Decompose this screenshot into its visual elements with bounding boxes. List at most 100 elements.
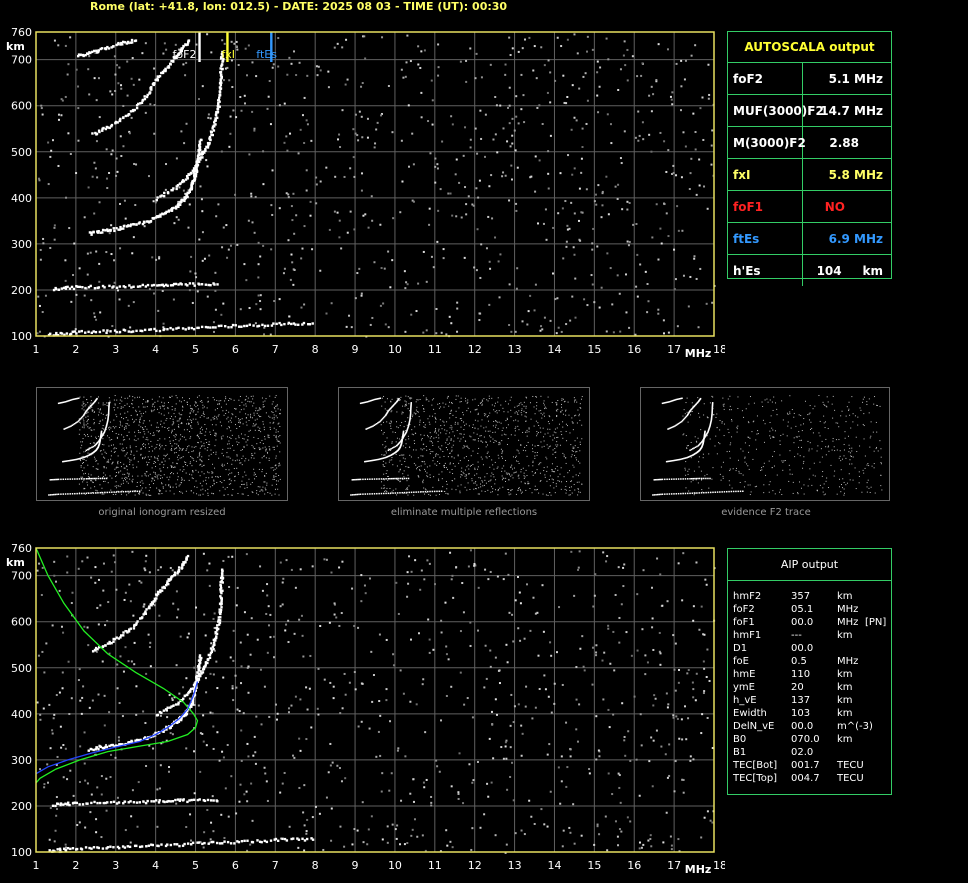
thumb-noise [803, 493, 805, 495]
thumb-noise [114, 404, 116, 406]
noise-dot [288, 315, 291, 318]
thumb-noise [571, 454, 573, 456]
thumb-noise [244, 460, 246, 462]
thumb-noise [266, 482, 268, 484]
thumb-noise [386, 421, 388, 423]
thumb-noise [138, 492, 140, 494]
thumb-noise [205, 483, 207, 485]
thumb-noise [90, 480, 92, 482]
thumb-noise [262, 443, 264, 445]
thumb-noise [449, 463, 451, 465]
trace-point [89, 284, 92, 288]
thumb-noise [863, 438, 865, 440]
thumb-noise [255, 410, 257, 412]
noise-dot [39, 248, 42, 251]
thumb-noise [142, 482, 144, 484]
thumb-noise [166, 417, 168, 419]
thumb-noise [162, 486, 164, 488]
thumb-noise [859, 407, 861, 409]
thumb-noise [424, 488, 426, 490]
thumb-noise [190, 436, 192, 438]
thumb-noise [435, 428, 437, 430]
thumb-noise [189, 463, 191, 465]
noise-dot [105, 177, 108, 180]
x-tick-label: 6 [232, 343, 239, 356]
thumb-noise [150, 424, 152, 426]
thumb-noise [544, 406, 546, 408]
thumb-noise [388, 461, 390, 463]
noise-dot [188, 203, 191, 206]
noise-dot [253, 231, 256, 234]
thumb-noise [573, 447, 575, 449]
noise-dot [338, 236, 341, 239]
noise-dot [126, 60, 129, 63]
thumb-trace [95, 477, 97, 480]
noise-dot [659, 131, 662, 134]
thumb-noise [517, 413, 519, 415]
thumb-noise [241, 493, 243, 495]
thumb-noise [505, 420, 507, 422]
thumb-trace [77, 397, 80, 400]
thumb-noise [162, 466, 164, 468]
noise-dot [243, 263, 246, 266]
thumb-noise [452, 431, 454, 433]
thumb-noise [751, 431, 753, 433]
thumb-noise [789, 411, 791, 413]
trace-point [167, 210, 170, 213]
thumb-noise [848, 451, 850, 453]
thumb-noise [82, 481, 84, 483]
thumb-noise [202, 488, 204, 490]
noise-dot [345, 38, 348, 41]
noise-dot [561, 207, 564, 210]
noise-dot [680, 59, 683, 62]
trace-point [84, 286, 87, 290]
thumb-noise [213, 399, 215, 401]
thumb-noise [262, 447, 264, 449]
thumb-noise [102, 425, 104, 427]
thumb-noise [99, 484, 101, 486]
thumb-noise [252, 423, 254, 425]
thumb-noise [279, 426, 281, 428]
noise-dot [640, 74, 643, 77]
thumb-noise [490, 475, 492, 477]
noise-dot [475, 269, 478, 272]
trace-point [101, 228, 105, 232]
noise-dot [626, 240, 629, 243]
thumb-noise [809, 412, 811, 414]
thumb-noise [160, 475, 162, 477]
thumb-noise [150, 494, 152, 496]
thumb-noise [438, 446, 440, 448]
trace-point [192, 328, 196, 331]
thumb-noise [159, 438, 161, 440]
noise-dot [508, 104, 511, 107]
noise-dot [206, 33, 209, 36]
noise-dot [667, 235, 670, 238]
thumb-trace [138, 490, 141, 493]
thumb-noise [130, 414, 132, 416]
thumb-noise [134, 457, 136, 459]
thumb-noise [836, 449, 838, 451]
thumb-noise [514, 434, 516, 436]
thumb-noise [138, 493, 140, 495]
thumb-trace [356, 493, 359, 496]
thumb-noise [384, 408, 386, 410]
thumb-noise [863, 396, 865, 398]
thumb-noise [277, 431, 279, 433]
thumb-noise [502, 457, 504, 459]
noise-dot [620, 162, 623, 165]
thumb-noise [426, 449, 428, 451]
thumb-trace [127, 490, 129, 493]
thumb-noise [418, 416, 420, 418]
thumb-trace [115, 491, 118, 493]
trace-point [131, 330, 135, 333]
thumb-noise [215, 476, 217, 478]
noise-dot [432, 266, 435, 269]
noise-dot [235, 40, 238, 43]
trace-point [213, 119, 217, 122]
noise-dot [692, 112, 695, 115]
thumb-noise [508, 479, 510, 481]
thumb-noise [534, 413, 536, 415]
thumb-noise [531, 471, 533, 473]
thumb-noise [791, 409, 793, 411]
noise-dot [504, 174, 507, 177]
